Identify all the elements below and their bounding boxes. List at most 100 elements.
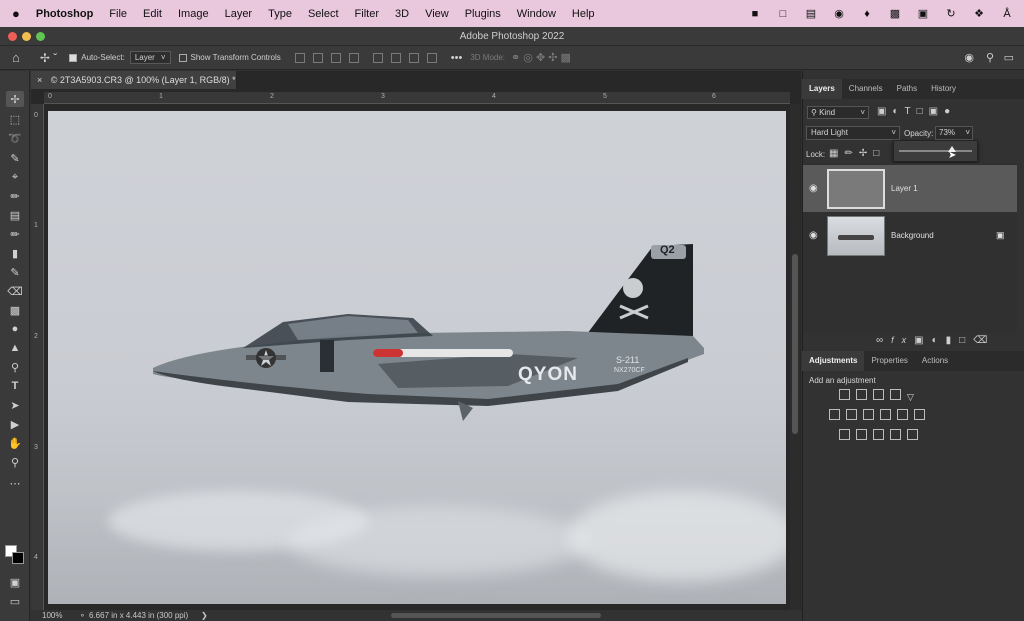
marquee-tool-icon[interactable]: ⬚ [6, 111, 24, 127]
posterize-icon[interactable] [856, 429, 867, 440]
display-icon[interactable]: ▤ [804, 8, 818, 20]
lock-position-icon[interactable]: ✢ [859, 148, 873, 159]
doc-info-icon[interactable]: ⚬ [79, 610, 86, 621]
time-machine-icon[interactable]: ↻ [944, 8, 958, 20]
delete-layer-icon[interactable]: ⌫ [973, 335, 995, 346]
menu-layer[interactable]: Layer [217, 8, 261, 20]
dropbox-icon[interactable]: ❖ [972, 8, 986, 20]
show-transform-checkbox[interactable] [178, 53, 187, 62]
channel-mixer-icon[interactable] [897, 409, 908, 420]
close-tab-icon[interactable]: × [37, 75, 42, 85]
link-layers-icon[interactable]: ∞ [876, 335, 891, 346]
screen-mode-icon[interactable]: ▭ [6, 593, 24, 609]
tab-properties[interactable]: Properties [864, 351, 914, 371]
zoom-window-button[interactable] [36, 32, 45, 41]
eyedropper-tool-icon[interactable]: ✏ [6, 188, 24, 204]
quick-select-tool-icon[interactable]: ✎ [6, 150, 24, 166]
color-balance-icon[interactable] [846, 409, 857, 420]
gradient-tool-icon[interactable]: ▩ [6, 302, 24, 318]
rectangle-tool-icon[interactable]: ▶ [6, 416, 24, 432]
move-tool-icon[interactable]: ✢ [6, 91, 24, 107]
adjustment-filter-icon[interactable]: ◐ [892, 106, 904, 117]
eraser-tool-icon[interactable]: ⌫ [6, 283, 24, 299]
pen-tool-icon[interactable]: ⚲ [6, 359, 24, 375]
exposure-icon[interactable] [890, 389, 901, 400]
more-options-icon[interactable]: ••• [451, 52, 463, 64]
layer-row-background[interactable]: ◉ Background ▣ [803, 212, 1017, 259]
workspace-icon[interactable]: ▭ [1004, 51, 1014, 64]
new-layer-icon[interactable]: □ [959, 335, 973, 346]
pixel-filter-icon[interactable]: ▣ [877, 106, 892, 117]
layer-filter-dropdown[interactable]: ⚲ Kind ˅ [807, 106, 869, 119]
tab-paths[interactable]: Paths [890, 79, 924, 99]
healing-brush-tool-icon[interactable]: ▤ [6, 207, 24, 223]
align-left-icon[interactable] [294, 52, 305, 63]
visibility-eye-icon[interactable]: ◉ [809, 183, 818, 194]
filter-toggle-icon[interactable]: ● [944, 106, 956, 117]
home-icon[interactable]: ⌂ [12, 50, 20, 65]
menu-edit[interactable]: Edit [135, 8, 170, 20]
minimize-window-button[interactable] [22, 32, 31, 41]
tab-adjustments[interactable]: Adjustments [802, 351, 865, 371]
menu-view[interactable]: View [417, 8, 457, 20]
align-right-icon[interactable] [330, 52, 341, 63]
distribute-v-icon[interactable] [426, 52, 437, 63]
lock-pixels-icon[interactable]: ✏ [844, 148, 858, 159]
opacity-input[interactable]: 73% ˅ [935, 126, 973, 140]
tab-actions[interactable]: Actions [915, 351, 955, 371]
layer-name[interactable]: Background [891, 231, 934, 240]
activity-icon[interactable]: ▩ [888, 8, 902, 20]
menu-file[interactable]: File [101, 8, 135, 20]
new-adjustment-icon[interactable]: ◐ [932, 335, 946, 346]
layer-name[interactable]: Layer 1 [891, 184, 918, 193]
move-tool-preset-icon[interactable]: ✢ ˇ [40, 51, 57, 65]
background-color-swatch[interactable] [12, 552, 24, 564]
history-brush-tool-icon[interactable]: ✎ [6, 264, 24, 280]
shape-filter-icon[interactable]: □ [917, 106, 929, 117]
smart-filter-icon[interactable]: ▣ [929, 106, 944, 117]
search-icon[interactable]: ⚲ [986, 51, 994, 64]
horizontal-scroll-thumb[interactable] [391, 613, 601, 618]
auto-select-checkbox[interactable] [69, 53, 78, 62]
menu-select[interactable]: Select [300, 8, 347, 20]
doc-info-arrow-icon[interactable]: ❯ [201, 610, 208, 621]
threshold-icon[interactable] [873, 429, 884, 440]
black-white-icon[interactable] [863, 409, 874, 420]
tab-channels[interactable]: Channels [842, 79, 890, 99]
document-tab[interactable]: × © 2T3A5903.CR3 @ 100% (Layer 1, RGB/8)… [31, 71, 237, 89]
brush-tool-icon[interactable]: ✏ [6, 226, 24, 242]
selective-color-icon[interactable] [890, 429, 901, 440]
color-lookup-icon[interactable] [914, 409, 925, 420]
menu-window[interactable]: Window [509, 8, 564, 20]
clone-stamp-tool-icon[interactable]: ▮ [6, 245, 24, 261]
lock-artboard-icon[interactable]: □ [873, 148, 885, 159]
lock-transparent-icon[interactable]: ▦ [829, 148, 844, 159]
menu-help[interactable]: Help [564, 8, 603, 20]
share-icon[interactable]: ◉ [964, 51, 974, 64]
battery-status-icon[interactable]: ▣ [916, 8, 930, 20]
gradient-map-icon[interactable] [907, 429, 918, 440]
align-middle-icon[interactable] [390, 52, 401, 63]
add-mask-icon[interactable]: ▣ [914, 335, 931, 346]
opacity-slider-track[interactable] [899, 150, 972, 152]
type-tool-icon[interactable]: T [6, 378, 24, 394]
menu-image[interactable]: Image [170, 8, 217, 20]
tab-history[interactable]: History [924, 79, 963, 99]
tab-layers[interactable]: Layers [802, 79, 842, 99]
type-filter-icon[interactable]: T [905, 106, 917, 117]
blur-tool-icon[interactable]: ● [6, 321, 24, 337]
flame-icon[interactable]: ♦ [860, 8, 874, 20]
blend-mode-dropdown[interactable]: Hard Light ˅ [806, 126, 900, 140]
hand-tool-icon[interactable]: ✋ [6, 435, 24, 451]
hue-saturation-icon[interactable] [829, 409, 840, 420]
zoom-tool-icon[interactable]: ⚲ [6, 454, 24, 470]
camera-outline-icon[interactable]: □ [776, 8, 790, 20]
edit-toolbar-icon[interactable]: ⋯ [6, 475, 24, 491]
close-window-button[interactable] [8, 32, 17, 41]
info-circle-icon[interactable]: ◉ [832, 8, 846, 20]
vertical-scrollbar[interactable] [790, 104, 800, 610]
brightness-icon[interactable] [839, 389, 850, 400]
dodge-tool-icon[interactable]: ▲ [6, 340, 24, 356]
distribute-h-icon[interactable] [348, 52, 359, 63]
crop-tool-icon[interactable]: ⌖ [6, 169, 24, 185]
